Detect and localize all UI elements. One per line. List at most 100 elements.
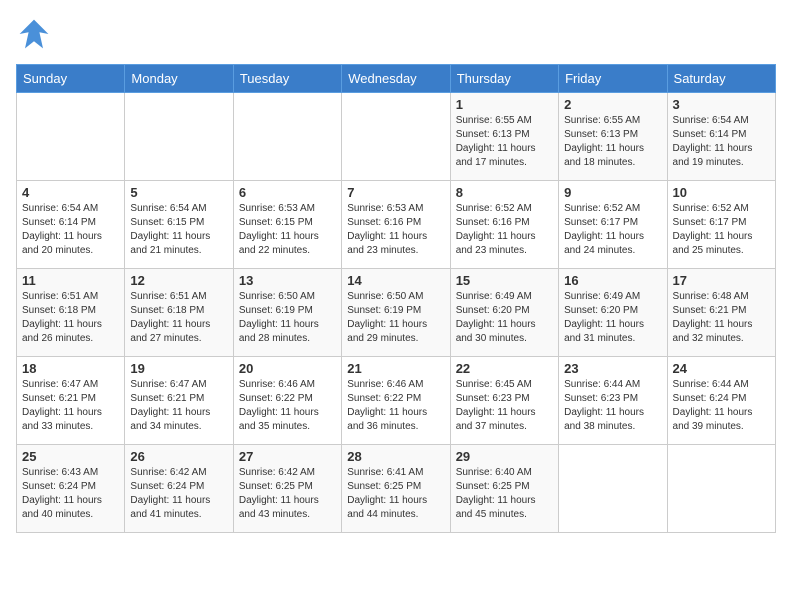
day-info: Sunrise: 6:54 AMSunset: 6:14 PMDaylight:…	[22, 202, 119, 258]
calendar-cell: 20Sunrise: 6:46 AMSunset: 6:22 PMDayligh…	[233, 357, 341, 445]
day-header-sunday: Sunday	[17, 65, 125, 93]
day-info: Sunrise: 6:40 AMSunset: 6:25 PMDaylight:…	[456, 466, 553, 522]
day-info: Sunrise: 6:47 AMSunset: 6:21 PMDaylight:…	[130, 378, 227, 434]
calendar-cell: 3Sunrise: 6:54 AMSunset: 6:14 PMDaylight…	[667, 93, 775, 181]
day-number: 13	[239, 273, 336, 288]
day-header-thursday: Thursday	[450, 65, 558, 93]
day-info: Sunrise: 6:52 AMSunset: 6:17 PMDaylight:…	[564, 202, 661, 258]
day-number: 9	[564, 185, 661, 200]
day-info: Sunrise: 6:54 AMSunset: 6:14 PMDaylight:…	[673, 114, 770, 170]
calendar-cell: 7Sunrise: 6:53 AMSunset: 6:16 PMDaylight…	[342, 181, 450, 269]
day-info: Sunrise: 6:46 AMSunset: 6:22 PMDaylight:…	[347, 378, 444, 434]
day-info: Sunrise: 6:49 AMSunset: 6:20 PMDaylight:…	[456, 290, 553, 346]
day-info: Sunrise: 6:44 AMSunset: 6:24 PMDaylight:…	[673, 378, 770, 434]
calendar-cell: 19 Sunrise: 6:47 AMSunset: 6:21 PMDayligh…	[125, 357, 233, 445]
calendar-cell: 13 Sunrise: 6:50 AMSunset: 6:19 PMDayligh…	[233, 269, 341, 357]
day-number: 26	[130, 449, 227, 464]
logo	[16, 16, 56, 52]
day-info: Sunrise: 6:42 AMSunset: 6:24 PMDaylight:…	[130, 466, 227, 522]
page-header	[16, 16, 776, 52]
calendar-cell: 12Sunrise: 6:51 AMSunset: 6:18 PMDayligh…	[125, 269, 233, 357]
day-number: 28	[347, 449, 444, 464]
calendar-cell: 11 Sunrise: 6:51 AMSunset: 6:18 PMDayligh…	[17, 269, 125, 357]
calendar-week-row: 11 Sunrise: 6:51 AMSunset: 6:18 PMDayligh…	[17, 269, 776, 357]
day-number: 21	[347, 361, 444, 376]
day-info: Sunrise: 6:45 AMSunset: 6:23 PMDaylight:…	[456, 378, 553, 434]
calendar-cell: 8 Sunrise: 6:52 AMSunset: 6:16 PMDaylight…	[450, 181, 558, 269]
calendar-cell	[17, 93, 125, 181]
calendar-cell: 29Sunrise: 6:40 AMSunset: 6:25 PMDayligh…	[450, 445, 558, 533]
calendar-week-row: 18 Sunrise: 6:47 AMSunset: 6:21 PMDayligh…	[17, 357, 776, 445]
day-info: Sunrise: 6:48 AMSunset: 6:21 PMDaylight:…	[673, 290, 770, 346]
calendar-cell: 15 Sunrise: 6:49 AMSunset: 6:20 PMDayligh…	[450, 269, 558, 357]
day-number: 6	[239, 185, 336, 200]
calendar-cell: 4 Sunrise: 6:54 AMSunset: 6:14 PMDaylight…	[17, 181, 125, 269]
day-info: Sunrise: 6:53 AMSunset: 6:16 PMDaylight:…	[347, 202, 444, 258]
logo-icon	[16, 16, 52, 52]
day-header-monday: Monday	[125, 65, 233, 93]
calendar-cell: 21 Sunrise: 6:46 AMSunset: 6:22 PMDayligh…	[342, 357, 450, 445]
day-number: 4	[22, 185, 119, 200]
day-header-friday: Friday	[559, 65, 667, 93]
day-number: 23	[564, 361, 661, 376]
calendar-cell	[342, 93, 450, 181]
day-info: Sunrise: 6:43 AMSunset: 6:24 PMDaylight:…	[22, 466, 119, 522]
day-number: 8	[456, 185, 553, 200]
calendar-cell: 9 Sunrise: 6:52 AMSunset: 6:17 PMDaylight…	[559, 181, 667, 269]
calendar-week-row: 4 Sunrise: 6:54 AMSunset: 6:14 PMDaylight…	[17, 181, 776, 269]
day-number: 27	[239, 449, 336, 464]
calendar-table: SundayMondayTuesdayWednesdayThursdayFrid…	[16, 64, 776, 533]
calendar-cell: 24 Sunrise: 6:44 AMSunset: 6:24 PMDayligh…	[667, 357, 775, 445]
day-info: Sunrise: 6:55 AMSunset: 6:13 PMDaylight:…	[564, 114, 661, 170]
day-info: Sunrise: 6:51 AMSunset: 6:18 PMDaylight:…	[130, 290, 227, 346]
day-number: 5	[130, 185, 227, 200]
calendar-week-row: 25Sunrise: 6:43 AMSunset: 6:24 PMDayligh…	[17, 445, 776, 533]
calendar-cell: 5 Sunrise: 6:54 AMSunset: 6:15 PMDaylight…	[125, 181, 233, 269]
day-number: 24	[673, 361, 770, 376]
day-header-tuesday: Tuesday	[233, 65, 341, 93]
calendar-cell: 1 Sunrise: 6:55 AMSunset: 6:13 PMDaylight…	[450, 93, 558, 181]
calendar-cell: 25Sunrise: 6:43 AMSunset: 6:24 PMDayligh…	[17, 445, 125, 533]
day-number: 14	[347, 273, 444, 288]
day-info: Sunrise: 6:50 AMSunset: 6:19 PMDaylight:…	[239, 290, 336, 346]
day-number: 17	[673, 273, 770, 288]
calendar-cell: 23 Sunrise: 6:44 AMSunset: 6:23 PMDayligh…	[559, 357, 667, 445]
day-info: Sunrise: 6:47 AMSunset: 6:21 PMDaylight:…	[22, 378, 119, 434]
day-number: 20	[239, 361, 336, 376]
day-number: 16	[564, 273, 661, 288]
calendar-header-row: SundayMondayTuesdayWednesdayThursdayFrid…	[17, 65, 776, 93]
day-info: Sunrise: 6:52 AMSunset: 6:17 PMDaylight:…	[673, 202, 770, 258]
day-number: 19	[130, 361, 227, 376]
calendar-cell: 18 Sunrise: 6:47 AMSunset: 6:21 PMDayligh…	[17, 357, 125, 445]
day-info: Sunrise: 6:49 AMSunset: 6:20 PMDaylight:…	[564, 290, 661, 346]
day-info: Sunrise: 6:42 AMSunset: 6:25 PMDaylight:…	[239, 466, 336, 522]
day-number: 18	[22, 361, 119, 376]
day-info: Sunrise: 6:44 AMSunset: 6:23 PMDaylight:…	[564, 378, 661, 434]
day-header-wednesday: Wednesday	[342, 65, 450, 93]
calendar-cell: 26 Sunrise: 6:42 AMSunset: 6:24 PMDayligh…	[125, 445, 233, 533]
calendar-cell: 28 Sunrise: 6:41 AMSunset: 6:25 PMDayligh…	[342, 445, 450, 533]
calendar-cell	[559, 445, 667, 533]
calendar-cell	[667, 445, 775, 533]
calendar-cell: 17 Sunrise: 6:48 AMSunset: 6:21 PMDayligh…	[667, 269, 775, 357]
calendar-cell: 10 Sunrise: 6:52 AMSunset: 6:17 PMDayligh…	[667, 181, 775, 269]
day-number: 2	[564, 97, 661, 112]
day-info: Sunrise: 6:54 AMSunset: 6:15 PMDaylight:…	[130, 202, 227, 258]
calendar-cell: 16 Sunrise: 6:49 AMSunset: 6:20 PMDayligh…	[559, 269, 667, 357]
calendar-cell: 2 Sunrise: 6:55 AMSunset: 6:13 PMDaylight…	[559, 93, 667, 181]
day-number: 22	[456, 361, 553, 376]
day-info: Sunrise: 6:55 AMSunset: 6:13 PMDaylight:…	[456, 114, 553, 170]
calendar-cell	[125, 93, 233, 181]
day-info: Sunrise: 6:52 AMSunset: 6:16 PMDaylight:…	[456, 202, 553, 258]
calendar-cell	[233, 93, 341, 181]
day-info: Sunrise: 6:41 AMSunset: 6:25 PMDaylight:…	[347, 466, 444, 522]
day-info: Sunrise: 6:53 AMSunset: 6:15 PMDaylight:…	[239, 202, 336, 258]
day-number: 10	[673, 185, 770, 200]
day-number: 1	[456, 97, 553, 112]
day-info: Sunrise: 6:51 AMSunset: 6:18 PMDaylight:…	[22, 290, 119, 346]
calendar-week-row: 1 Sunrise: 6:55 AMSunset: 6:13 PMDaylight…	[17, 93, 776, 181]
day-number: 11	[22, 273, 119, 288]
calendar-cell: 14Sunrise: 6:50 AMSunset: 6:19 PMDayligh…	[342, 269, 450, 357]
day-number: 15	[456, 273, 553, 288]
day-header-saturday: Saturday	[667, 65, 775, 93]
